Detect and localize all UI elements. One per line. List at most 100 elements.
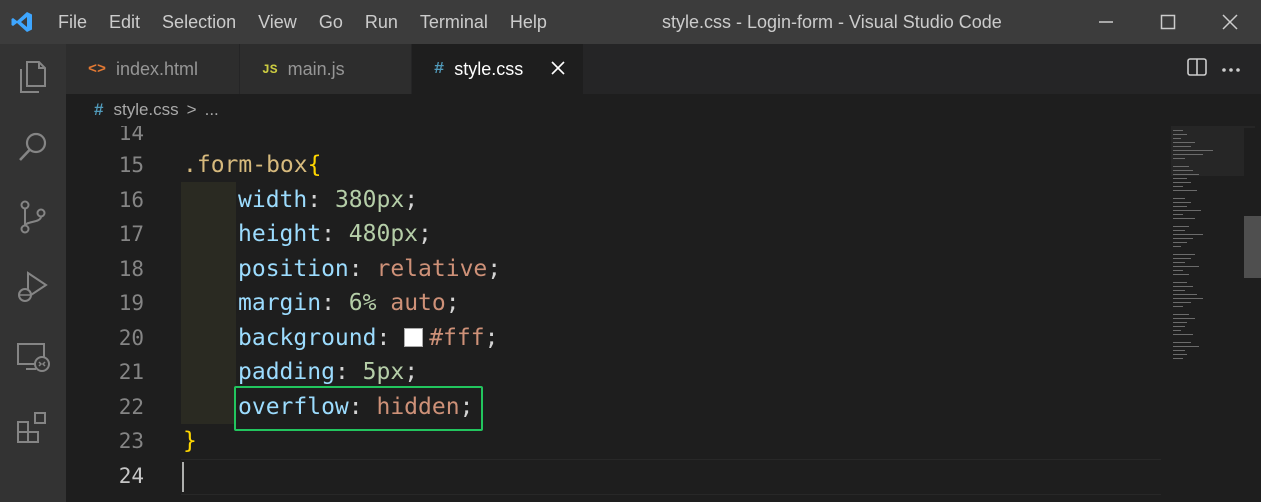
- line-number: 23: [118, 429, 144, 454]
- minimap-line: [1173, 234, 1203, 235]
- minimap-line: [1173, 226, 1189, 227]
- js-file-icon: JS: [262, 61, 278, 77]
- minimap-line: [1173, 346, 1199, 347]
- menu-selection[interactable]: Selection: [151, 0, 247, 44]
- minimap-line: [1173, 350, 1185, 351]
- search-button[interactable]: [0, 114, 66, 184]
- minimap-line: [1173, 170, 1193, 171]
- code-line: 21 padding: 5px;: [66, 355, 1161, 390]
- semicolon: ;: [484, 324, 499, 351]
- code-line: 19 margin: 6% auto;: [66, 286, 1161, 321]
- breadcrumb: # style.css > ...: [66, 94, 1261, 126]
- css-property: position: [238, 255, 349, 282]
- source-control-icon: [17, 199, 49, 240]
- code-line: 16 width: 380px;: [66, 183, 1161, 218]
- css-number: 380px: [334, 186, 405, 213]
- css-number: 480px: [348, 221, 419, 248]
- scrollbar[interactable]: [1244, 128, 1261, 376]
- minimap-line: [1173, 330, 1181, 331]
- close-icon[interactable]: [551, 59, 565, 80]
- minimap-line: [1173, 326, 1185, 327]
- menu-help[interactable]: Help: [499, 0, 558, 44]
- minimap-line: [1173, 190, 1197, 191]
- breadcrumb-symbols[interactable]: ...: [205, 100, 219, 120]
- scrollbar-thumb[interactable]: [1244, 216, 1261, 278]
- line-number: 18: [118, 256, 144, 281]
- close-window-button[interactable]: [1199, 0, 1261, 44]
- line-number: 24: [118, 463, 144, 488]
- search-icon: [17, 130, 49, 169]
- minimap-line: [1173, 354, 1187, 355]
- tab-label: index.html: [116, 58, 199, 79]
- minimap-line: [1173, 358, 1183, 359]
- code-line: 20 background: #fff;: [66, 321, 1161, 356]
- minimap-line: [1173, 218, 1195, 219]
- css-file-icon: #: [434, 59, 445, 79]
- minimap-line: [1173, 254, 1195, 255]
- css-value: #fff: [429, 324, 485, 351]
- minimap-line: [1173, 298, 1203, 299]
- files-icon: [17, 60, 49, 99]
- breadcrumb-file[interactable]: style.css: [113, 100, 178, 120]
- minimap-line: [1173, 342, 1191, 343]
- tab-index-html[interactable]: <> index.html: [66, 44, 240, 94]
- minimap-line: [1173, 306, 1183, 307]
- minimap-line: [1173, 182, 1191, 183]
- line-number: 21: [118, 360, 144, 385]
- minimap-line: [1173, 294, 1197, 295]
- minimap-line: [1173, 154, 1203, 155]
- css-file-icon: #: [94, 100, 104, 119]
- colon: :: [321, 221, 349, 248]
- colon: :: [321, 290, 349, 317]
- minimap-line: [1173, 238, 1193, 239]
- close-brace: }: [183, 428, 197, 455]
- maximize-button[interactable]: [1137, 0, 1199, 44]
- menu-edit[interactable]: Edit: [98, 0, 151, 44]
- minimap-line: [1173, 198, 1185, 199]
- html-file-icon: <>: [88, 60, 107, 78]
- menu-go[interactable]: Go: [308, 0, 354, 44]
- run-debug-button[interactable]: [0, 254, 66, 324]
- open-brace: {: [307, 152, 322, 179]
- minimize-button[interactable]: [1075, 0, 1137, 44]
- minimap-line: [1173, 334, 1193, 335]
- code-line: 15 .form-box{: [66, 148, 1161, 183]
- line-number: 16: [118, 187, 144, 212]
- menu-terminal[interactable]: Terminal: [409, 0, 499, 44]
- extensions-button[interactable]: [0, 394, 66, 464]
- explorer-button[interactable]: [0, 44, 66, 114]
- menu-bar: File Edit Selection View Go Run Terminal…: [44, 0, 558, 44]
- colon: :: [376, 324, 405, 351]
- menu-view[interactable]: View: [247, 0, 308, 44]
- minimap-line: [1173, 166, 1189, 167]
- remote-explorer-icon: [16, 340, 50, 379]
- minimap-line: [1173, 210, 1201, 211]
- minimap-line: [1173, 262, 1185, 263]
- colon: :: [307, 186, 335, 213]
- tab-main-js[interactable]: JS main.js: [240, 44, 412, 94]
- semicolon: ;: [445, 290, 460, 317]
- more-actions-icon[interactable]: [1221, 60, 1241, 78]
- minimap-line: [1173, 174, 1199, 175]
- semicolon: ;: [487, 255, 502, 282]
- remote-explorer-button[interactable]: [0, 324, 66, 394]
- minimap-line: [1173, 130, 1183, 131]
- line-number: 17: [118, 222, 144, 247]
- menu-file[interactable]: File: [44, 0, 98, 44]
- minimap-line: [1173, 142, 1195, 143]
- minimap-line: [1173, 158, 1185, 159]
- minimap-line: [1173, 138, 1181, 139]
- css-value: relative: [376, 255, 488, 282]
- editor-tabs: <> index.html JS main.js # style.css: [66, 44, 1261, 94]
- css-selector: .form-box: [183, 152, 308, 179]
- line-number: 20: [118, 325, 144, 350]
- tab-style-css[interactable]: # style.css: [412, 44, 584, 94]
- source-control-button[interactable]: [0, 184, 66, 254]
- menu-run[interactable]: Run: [354, 0, 409, 44]
- vscode-logo-icon[interactable]: [0, 0, 44, 44]
- split-editor-icon[interactable]: [1187, 57, 1207, 82]
- color-swatch[interactable]: [404, 327, 424, 347]
- css-property: background: [238, 324, 377, 351]
- code-editor[interactable]: 14 15 .form-box{ 16 width: 380px; 17 hei…: [66, 126, 1161, 502]
